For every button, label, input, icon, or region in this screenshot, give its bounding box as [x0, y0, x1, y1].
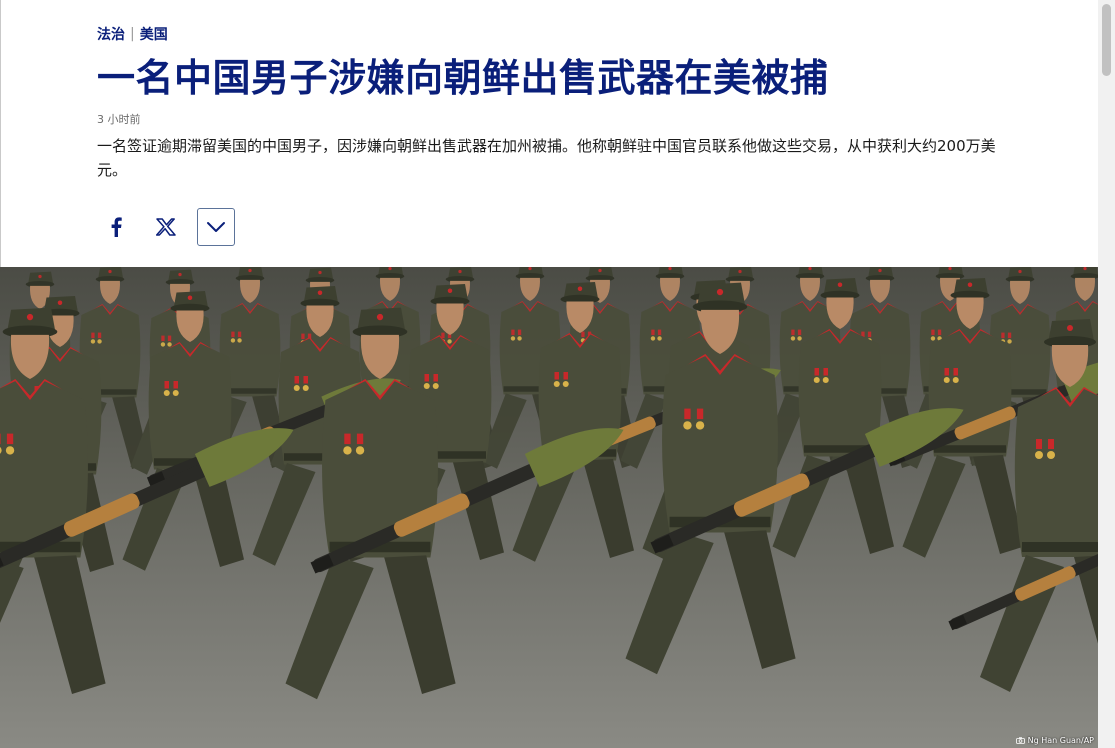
share-bar [97, 207, 247, 247]
hero-image: Ng Han Guan/AP [0, 267, 1098, 748]
breadcrumb: 法治 | 美国 [97, 24, 1087, 44]
scrollbar[interactable] [1098, 0, 1115, 748]
photo-credit: Ng Han Guan/AP [1015, 736, 1094, 745]
photo-credit-text: Ng Han Guan/AP [1027, 736, 1094, 745]
facebook-icon [111, 217, 122, 237]
soldiers-marching-photo [0, 267, 1098, 748]
breadcrumb-link-region[interactable]: 美国 [140, 24, 168, 44]
camera-icon [1015, 737, 1025, 744]
article-page: 法治 | 美国 一名中国男子涉嫌向朝鲜出售武器在美被捕 3 小时前 一名签证逾期… [0, 0, 1115, 748]
breadcrumb-separator: | [130, 26, 135, 42]
page-title: 一名中国男子涉嫌向朝鲜出售武器在美被捕 [97, 56, 829, 100]
x-icon [156, 218, 176, 236]
left-divider [0, 0, 1, 267]
article-teaser: 一名签证逾期滞留美国的中国男子，因涉嫌向朝鲜出售武器在加州被捕。他称朝鲜驻中国官… [97, 137, 996, 179]
article-header: 法治 | 美国 一名中国男子涉嫌向朝鲜出售武器在美被捕 3 小时前 一名签证逾期… [97, 24, 1087, 197]
share-more-button[interactable] [197, 208, 235, 246]
timestamp: 3 小时前 [97, 113, 141, 126]
scrollbar-thumb[interactable] [1102, 4, 1111, 76]
share-x-button[interactable] [147, 208, 185, 246]
breadcrumb-link-section[interactable]: 法治 [97, 24, 125, 44]
chevron-down-icon [207, 222, 225, 232]
share-facebook-button[interactable] [97, 208, 135, 246]
